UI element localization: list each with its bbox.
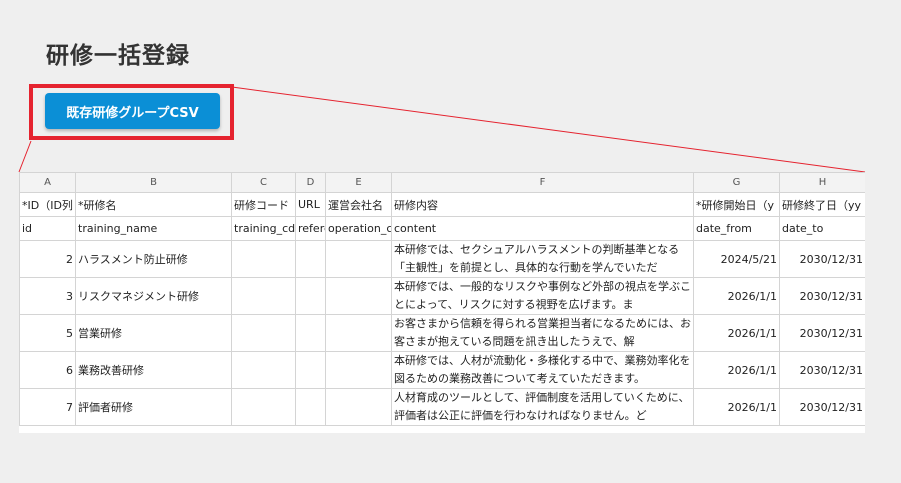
training-name-cell: リスクマネジメント研修	[75, 277, 232, 315]
url-cell	[295, 314, 326, 352]
column-letter: G	[693, 172, 780, 193]
column-letter: D	[295, 172, 326, 193]
bulk-training-registration-page: 研修一括登録 既存研修グループCSV A B C D E F G H *ID（I…	[0, 0, 901, 483]
training-code-cell	[231, 388, 296, 426]
column-letter: B	[75, 172, 232, 193]
column-letter: F	[391, 172, 694, 193]
column-letter-row: A B C D E F G H	[19, 172, 865, 193]
content-cell: 人材育成のツールとして、評価制度を活用していくために、評価者は公正に評価を行わな…	[391, 388, 694, 426]
column-letter: A	[19, 172, 76, 193]
table-row: 6 業務改善研修 本研修では、人材が流動化・多様化する中で、業務効率化を図るため…	[19, 351, 865, 389]
field-key-cell: date_from	[693, 216, 780, 241]
training-code-cell	[231, 277, 296, 315]
content-text: お客さまから信頼を得られる営業担当者になるためには、お客さまが抱えている問題を訊…	[394, 317, 691, 348]
table-row: 2 ハラスメント防止研修 本研修では、セクシュアルハラスメントの判断基準となる「…	[19, 240, 865, 278]
table-row: 5 営業研修 お客さまから信頼を得られる営業担当者になるためには、お客さまが抱え…	[19, 314, 865, 352]
field-key-cell: id	[19, 216, 76, 241]
id-cell: 5	[19, 314, 76, 352]
column-letter: E	[325, 172, 392, 193]
content-cell: お客さまから信頼を得られる営業担当者になるためには、お客さまが抱えている問題を訊…	[391, 314, 694, 352]
training-name-cell: 業務改善研修	[75, 351, 232, 389]
date-to-cell: 2030/12/31	[779, 277, 865, 315]
training-name-cell: ハラスメント防止研修	[75, 240, 232, 278]
header-cell: *ID（ID列	[19, 192, 76, 217]
header-cell: *研修開始日（y	[693, 192, 780, 217]
id-cell: 2	[19, 240, 76, 278]
date-from-cell: 2026/1/1	[693, 277, 780, 315]
content-text: 本研修では、一般的なリスクや事例など外部の視点を学ぶことによって、リスクに対する…	[394, 280, 691, 311]
content-text: 本研修では、人材が流動化・多様化する中で、業務効率化を図るための業務改善について…	[394, 354, 691, 385]
header-cell: URL	[295, 192, 326, 217]
date-from-cell: 2026/1/1	[693, 388, 780, 426]
id-cell: 6	[19, 351, 76, 389]
date-to-cell: 2030/12/31	[779, 240, 865, 278]
operator-cell	[325, 351, 392, 389]
url-cell	[295, 388, 326, 426]
date-to-cell: 2030/12/31	[779, 388, 865, 426]
date-to-cell: 2030/12/31	[779, 314, 865, 352]
url-cell	[295, 277, 326, 315]
date-to-cell: 2030/12/31	[779, 351, 865, 389]
column-letter: H	[779, 172, 865, 193]
date-from-cell: 2024/5/21	[693, 240, 780, 278]
column-letter: C	[231, 172, 296, 193]
field-key-cell: operation_c	[325, 216, 392, 241]
spreadsheet-grid: A B C D E F G H *ID（ID列 *研修名 研修コード URL 運…	[19, 172, 865, 426]
field-key-cell: training_name	[75, 216, 232, 241]
url-cell	[295, 351, 326, 389]
operator-cell	[325, 388, 392, 426]
content-cell: 本研修では、人材が流動化・多様化する中で、業務効率化を図るための業務改善について…	[391, 351, 694, 389]
training-code-cell	[231, 314, 296, 352]
date-from-cell: 2026/1/1	[693, 314, 780, 352]
header-label-row: *ID（ID列 *研修名 研修コード URL 運営会社名 研修内容 *研修開始日…	[19, 192, 865, 217]
table-row: 7 評価者研修 人材育成のツールとして、評価制度を活用していくために、評価者は公…	[19, 388, 865, 426]
training-code-cell	[231, 240, 296, 278]
header-cell: 研修内容	[391, 192, 694, 217]
header-cell: 研修終了日（yy	[779, 192, 865, 217]
training-name-cell: 評価者研修	[75, 388, 232, 426]
field-key-cell: content	[391, 216, 694, 241]
content-cell: 本研修では、セクシュアルハラスメントの判断基準となる「主観性」を前提とし、具体的…	[391, 240, 694, 278]
operator-cell	[325, 277, 392, 315]
content-text: 本研修では、セクシュアルハラスメントの判断基準となる「主観性」を前提とし、具体的…	[394, 243, 680, 274]
url-cell	[295, 240, 326, 278]
callout-line-left	[18, 140, 32, 173]
content-cell: 本研修では、一般的なリスクや事例など外部の視点を学ぶことによって、リスクに対する…	[391, 277, 694, 315]
operator-cell	[325, 240, 392, 278]
spreadsheet-preview: A B C D E F G H *ID（ID列 *研修名 研修コード URL 運…	[19, 172, 865, 433]
content-text: 人材育成のツールとして、評価制度を活用していくために、評価者は公正に評価を行わな…	[394, 391, 690, 422]
field-key-cell: date_to	[779, 216, 865, 241]
callout-line-right	[231, 86, 866, 173]
table-row: 3 リスクマネジメント研修 本研修では、一般的なリスクや事例など外部の視点を学ぶ…	[19, 277, 865, 315]
header-cell: *研修名	[75, 192, 232, 217]
field-key-cell: refere	[295, 216, 326, 241]
id-cell: 3	[19, 277, 76, 315]
training-code-cell	[231, 351, 296, 389]
id-cell: 7	[19, 388, 76, 426]
header-cell: 研修コード	[231, 192, 296, 217]
field-key-cell: training_cd	[231, 216, 296, 241]
header-cell: 運営会社名	[325, 192, 392, 217]
field-key-row: id training_name training_cd refere oper…	[19, 216, 865, 241]
date-from-cell: 2026/1/1	[693, 351, 780, 389]
operator-cell	[325, 314, 392, 352]
training-name-cell: 営業研修	[75, 314, 232, 352]
